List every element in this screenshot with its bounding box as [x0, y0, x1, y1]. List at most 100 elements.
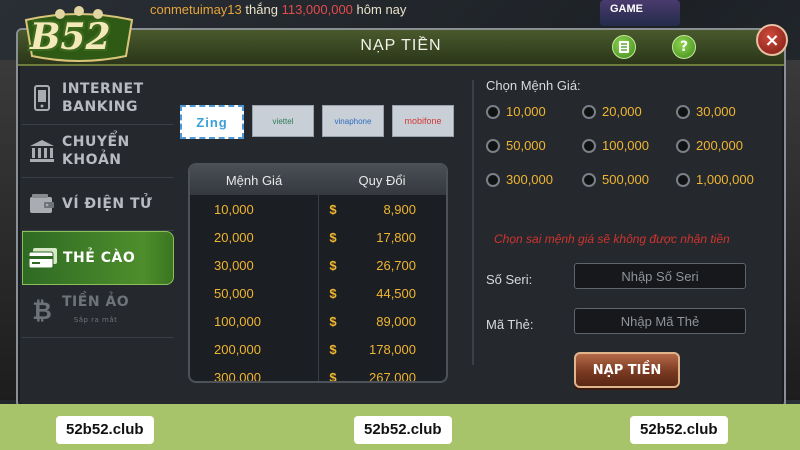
- denomination-value: 500,000: [602, 172, 649, 187]
- footer-link[interactable]: 52b52.club: [630, 416, 728, 444]
- ticker-user: conmetuimay13: [150, 2, 242, 17]
- denomination-option[interactable]: 1,000,000: [676, 172, 754, 187]
- card-code-label: Mã Thẻ:: [486, 317, 534, 332]
- provider-label: viettel: [272, 116, 294, 126]
- provider-label: mobifone: [404, 116, 442, 126]
- cell-value: 26,700: [376, 257, 416, 273]
- provider-label: vinaphone: [334, 116, 372, 126]
- dollar-icon: $: [329, 201, 337, 217]
- history-icon[interactable]: [612, 35, 636, 59]
- denomination-option[interactable]: 100,000: [582, 138, 649, 153]
- sidebar-item-internet-banking[interactable]: INTERNET BANKING: [22, 72, 174, 125]
- radio-button[interactable]: [676, 138, 690, 153]
- cell-value: 267,000: [369, 369, 416, 383]
- denomination-value: 20,000: [602, 104, 642, 119]
- ticker-amount: 113,000,000: [281, 2, 353, 17]
- dollar-icon: $: [329, 257, 337, 273]
- column-header-exchange: Quy Đổi: [358, 172, 406, 188]
- footer-link[interactable]: 52b52.club: [56, 416, 154, 444]
- logo-text: B52: [30, 16, 111, 58]
- sidebar-item-scratch-card[interactable]: THẺ CÀO: [22, 231, 174, 285]
- phone-icon: [22, 78, 62, 118]
- cell-denomination: 50,000: [214, 285, 254, 301]
- close-button[interactable]: ×: [756, 24, 788, 56]
- serial-input[interactable]: [574, 263, 746, 289]
- card-icon: [23, 238, 63, 278]
- radio-button[interactable]: [582, 138, 596, 153]
- coming-soon-note: Sắp ra mắt: [73, 316, 118, 324]
- denomination-option[interactable]: 300,000: [486, 172, 553, 187]
- radio-button[interactable]: [582, 104, 596, 119]
- table-body[interactable]: 10,000 $8,900 20,000 $17,800 30,000 $26,700…: [190, 195, 446, 383]
- denomination-value: 1,000,000: [696, 172, 754, 187]
- radio-button[interactable]: [676, 172, 690, 187]
- footer-bar: 52b52.club 52b52.club 52b52.club: [0, 404, 800, 450]
- dollar-icon: $: [329, 369, 337, 383]
- denomination-option[interactable]: 200,000: [676, 138, 743, 153]
- dollar-icon: $: [329, 313, 337, 329]
- cell-denomination: 300,000: [214, 369, 261, 383]
- bitcoin-icon: ₿: [32, 296, 52, 325]
- denomination-value: 200,000: [696, 138, 743, 153]
- game-thumb-label: GAME: [610, 3, 643, 15]
- cell-denomination: 200,000: [214, 341, 261, 357]
- cell-denomination: 10,000: [214, 201, 254, 217]
- cell-value: 178,000: [369, 341, 416, 357]
- table-header: Mệnh Giá Quy Đổi: [190, 165, 446, 195]
- column-header-denomination: Mệnh Giá: [225, 172, 283, 188]
- denomination-option[interactable]: 20,000: [582, 104, 642, 119]
- cell-denomination: 100,000: [214, 313, 261, 329]
- help-icon[interactable]: ?: [672, 35, 696, 59]
- denomination-option[interactable]: 50,000: [486, 138, 546, 153]
- bank-icon: [22, 131, 62, 171]
- radio-button[interactable]: [486, 172, 500, 187]
- provider-zing[interactable]: Zing: [180, 105, 244, 139]
- provider-mobifone[interactable]: mobifone: [392, 105, 454, 137]
- column-divider: [318, 195, 319, 381]
- provider-label: Zing: [196, 114, 228, 130]
- win-ticker: conmetuimay13 thắng 113,000,000 hôm nay: [150, 2, 406, 17]
- dollar-icon: $: [329, 229, 337, 245]
- cell-value: 44,500: [376, 285, 416, 301]
- ticker-verb: thắng: [245, 2, 278, 17]
- denomination-value: 300,000: [506, 172, 553, 187]
- provider-viettel[interactable]: viettel: [252, 105, 314, 137]
- game-thumbnail[interactable]: GAME: [600, 0, 680, 26]
- cell-denomination: 30,000: [214, 257, 254, 273]
- denomination-value: 50,000: [506, 138, 546, 153]
- denomination-option[interactable]: 500,000: [582, 172, 649, 187]
- sidebar-item-label: VÍ ĐIỆN TỬ: [62, 196, 153, 212]
- dollar-icon: $: [329, 285, 337, 301]
- radio-button[interactable]: [486, 104, 500, 119]
- ticker-suffix: hôm nay: [356, 2, 407, 17]
- sidebar-item-label: BANKING: [62, 99, 138, 115]
- card-code-input[interactable]: [574, 308, 746, 334]
- sidebar-item-label: TIỀN ẢO: [62, 294, 130, 310]
- sidebar-item-label: KHOẢN: [62, 152, 122, 168]
- denomination-value: 10,000: [506, 104, 546, 119]
- sidebar-item-e-wallet[interactable]: VÍ ĐIỆN TỬ: [22, 178, 174, 231]
- vertical-divider: [472, 80, 474, 365]
- radio-button[interactable]: [486, 138, 500, 153]
- sidebar-item-crypto[interactable]: ₿ TIỀN ẢO Sắp ra mắt: [22, 285, 174, 338]
- cell-value: 89,000: [376, 313, 416, 329]
- footer-link[interactable]: 52b52.club: [354, 416, 452, 444]
- payment-method-sidebar: INTERNET BANKING CHUYỂN KHOẢN VÍ ĐIỆN TỬ: [22, 72, 174, 362]
- denomination-option[interactable]: 30,000: [676, 104, 736, 119]
- sidebar-item-bank-transfer[interactable]: CHUYỂN KHOẢN: [22, 125, 174, 178]
- denomination-value: 100,000: [602, 138, 649, 153]
- cell-value: 8,900: [383, 201, 416, 217]
- denomination-option[interactable]: 10,000: [486, 104, 546, 119]
- cell-denomination: 20,000: [214, 229, 254, 245]
- denomination-label: Chọn Mệnh Giá:: [486, 78, 581, 93]
- serial-label: Số Seri:: [486, 272, 533, 287]
- deposit-submit-button[interactable]: NẠP TIỀN: [574, 352, 680, 388]
- wallet-icon: [22, 184, 62, 224]
- exchange-rate-table: Mệnh Giá Quy Đổi 10,000 $8,900 20,000 $17,…: [188, 163, 448, 383]
- provider-vinaphone[interactable]: vinaphone: [322, 105, 384, 137]
- sidebar-item-label: THẺ CÀO: [63, 250, 136, 266]
- cell-value: 17,800: [376, 229, 416, 245]
- sidebar-item-label: INTERNET: [62, 81, 144, 97]
- radio-button[interactable]: [676, 104, 690, 119]
- radio-button[interactable]: [582, 172, 596, 187]
